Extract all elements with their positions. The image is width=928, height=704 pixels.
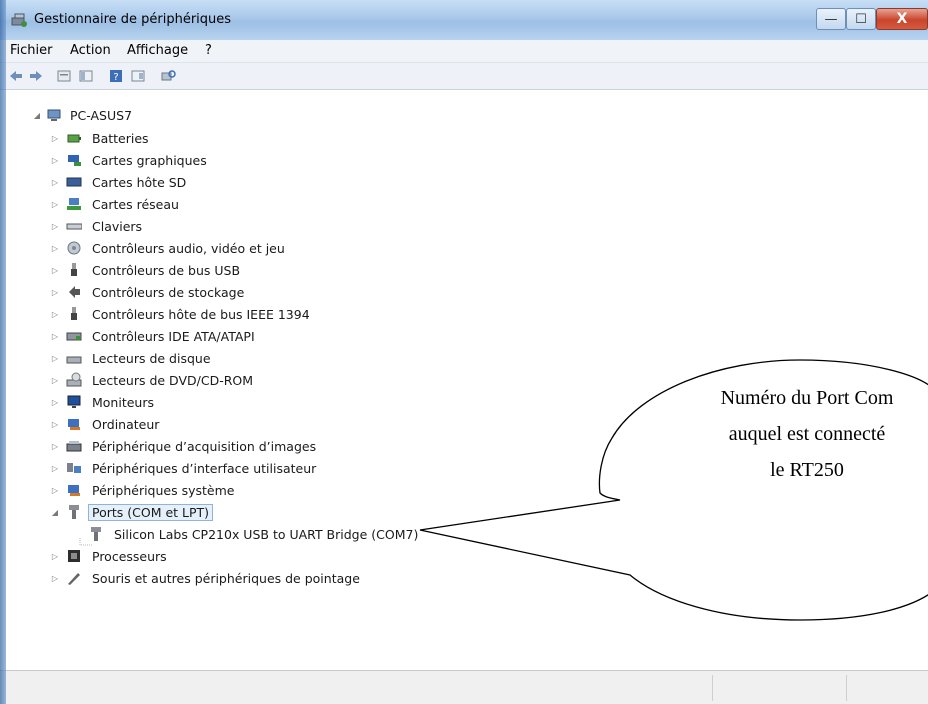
callout-bubble: [419, 359, 928, 621]
callout-line-3: le RT250: [770, 459, 844, 481]
device-manager-window: Gestionnaire de périphériques — ☐ X Fich…: [0, 0, 928, 704]
callout-line-1: Numéro du Port Com: [720, 387, 894, 409]
callout-line-2: auquel est connecté: [728, 423, 886, 445]
callout-text: Numéro du Port Com auquel est connecté l…: [672, 380, 928, 488]
